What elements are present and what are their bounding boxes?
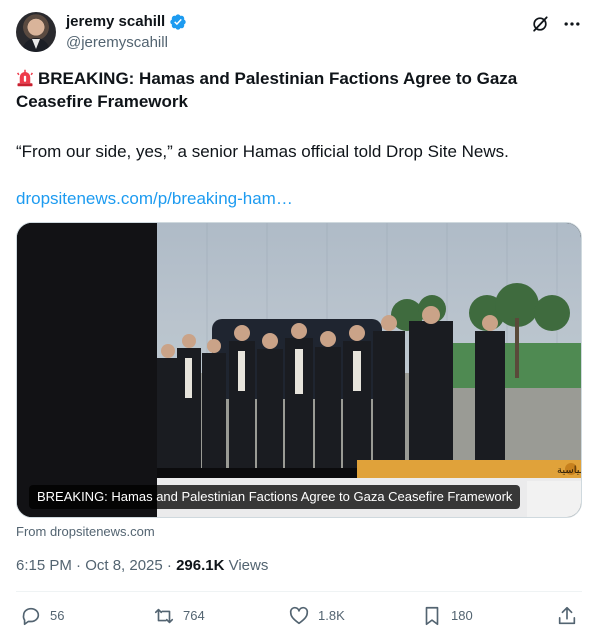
bookmark-button[interactable]: 180 (421, 605, 473, 627)
card-source[interactable]: From dropsitenews.com (16, 524, 155, 540)
card-caption: BREAKING: Hamas and Palestinian Factions… (29, 485, 521, 509)
post-link[interactable]: dropsitenews.com/p/breaking-ham… (16, 187, 293, 210)
divider (16, 591, 582, 592)
post-header: jeremy scahill @jeremyscahill (16, 12, 582, 56)
author-name-row: jeremy scahill (66, 12, 187, 32)
post-quote: “From our side, yes,” a senior Hamas off… (16, 142, 509, 161)
views-label: Views (224, 557, 269, 574)
like-button[interactable]: 1.8K (288, 605, 345, 627)
ticker-text: الناصرة - د. سهيل دياب - أستاذ العلوم ال… (557, 463, 582, 476)
verified-badge-icon[interactable] (169, 13, 187, 31)
grok-icon[interactable] (530, 14, 550, 34)
post-title-text: BREAKING: Hamas and Palestinian Factions… (16, 69, 518, 111)
bookmark-count: 180 (451, 608, 473, 623)
reply-button[interactable]: 56 (20, 605, 64, 627)
repost-count: 764 (183, 608, 205, 623)
share-icon (558, 606, 576, 625)
views-count: 296.1K (176, 557, 225, 574)
siren-icon (16, 69, 34, 87)
like-count: 1.8K (318, 608, 345, 623)
reply-icon (22, 607, 40, 626)
post-title: BREAKING: Hamas and Palestinian Factions… (16, 67, 576, 113)
reply-count: 56 (50, 608, 65, 623)
repost-icon (154, 608, 174, 624)
share-button[interactable] (556, 605, 578, 627)
heart-icon (289, 606, 309, 625)
action-bar: 56 764 1.8K 180 (20, 605, 580, 629)
post-timestamp[interactable]: 6:15 PM · Oct 8, 2025 · (16, 557, 176, 574)
bookmark-icon (425, 606, 439, 626)
avatar[interactable] (16, 12, 56, 52)
link-card-media[interactable]: الناصرة - د. سهيل دياب - أستاذ العلوم ال… (16, 222, 582, 518)
news-photo: الناصرة - د. سهيل دياب - أستاذ العلوم ال… (17, 223, 582, 517)
author-name[interactable]: jeremy scahill (66, 12, 165, 32)
author-handle[interactable]: @jeremyscahill (66, 33, 168, 53)
more-icon[interactable] (562, 14, 582, 34)
repost-button[interactable]: 764 (153, 605, 205, 627)
header-actions (530, 14, 582, 34)
post-meta: 6:15 PM · Oct 8, 2025 · 296.1K Views (16, 556, 268, 576)
